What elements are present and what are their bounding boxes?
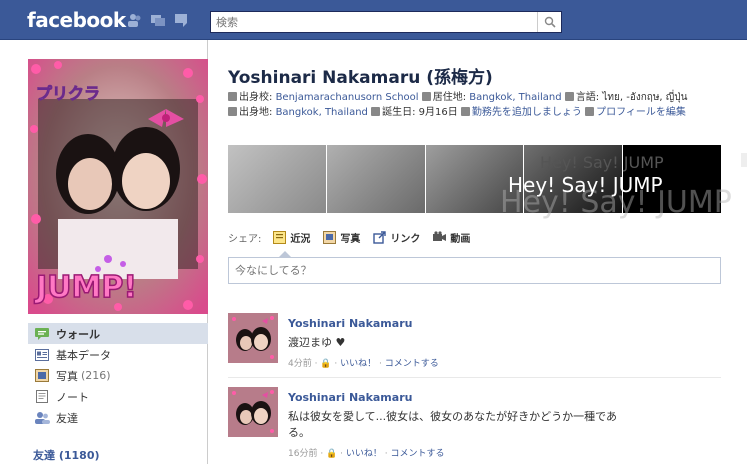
share-tab-label: 動画 xyxy=(450,234,471,245)
facebook-logo[interactable]: facebook xyxy=(27,8,126,32)
language-icon xyxy=(564,92,574,101)
share-tab-label: 写真 xyxy=(340,234,361,245)
search-box xyxy=(210,11,562,33)
privacy-lock-icon: 🔒 xyxy=(320,359,332,369)
school-link[interactable]: Benjamarachanusorn School xyxy=(276,92,419,103)
hometown-link[interactable]: Bangkok, Thailand xyxy=(276,107,368,118)
nav-label: ウォール xyxy=(56,327,100,341)
photo-thumbnail[interactable] xyxy=(326,145,425,213)
notes-icon xyxy=(34,390,50,404)
post-author-link[interactable]: Yoshinari Nakamaru xyxy=(288,317,708,330)
photo-strip xyxy=(228,145,721,213)
residence-icon xyxy=(421,92,431,101)
school-icon xyxy=(228,92,237,101)
like-link[interactable]: いいね！ xyxy=(340,359,376,369)
photo-icon xyxy=(323,231,337,244)
notifications-icon[interactable] xyxy=(173,12,189,28)
post-author-avatar[interactable] xyxy=(228,387,278,437)
post-divider xyxy=(228,377,721,378)
friend-requests-icon[interactable] xyxy=(127,12,143,28)
info-card-icon xyxy=(34,348,50,362)
share-tab-label: 近況 xyxy=(290,234,311,245)
share-status-tab[interactable]: 近況 xyxy=(273,230,310,245)
status-composer xyxy=(228,257,721,284)
svg-text:JUMP!: JUMP! xyxy=(34,270,137,305)
share-photo-tab[interactable]: 写真 xyxy=(323,230,360,245)
add-work-link[interactable]: 勤務先を追加しましょう xyxy=(472,107,582,118)
left-column: JUMP! プリクラ ウォール 基本データ 写真 (216) ノート 友達 友達… xyxy=(0,40,208,464)
comment-link[interactable]: コメントする xyxy=(385,359,439,369)
friends-label: 友達 xyxy=(33,449,55,462)
photo-thumbnail[interactable] xyxy=(228,145,326,213)
work-icon xyxy=(460,107,470,116)
notification-jewels xyxy=(127,12,189,28)
nav-item-photos[interactable]: 写真 (216) xyxy=(28,365,208,386)
nav-item-friends[interactable]: 友達 xyxy=(28,407,208,428)
comment-link[interactable]: コメントする xyxy=(390,449,444,459)
post-time[interactable]: 4分前 xyxy=(288,359,312,369)
nav-label: ノート xyxy=(56,390,89,404)
status-icon xyxy=(273,231,287,244)
nav-label: 基本データ xyxy=(56,348,111,362)
scrollbar-marker[interactable] xyxy=(741,153,747,167)
photo-thumbnail[interactable] xyxy=(425,145,524,213)
hometown-label: 出身地: xyxy=(239,107,273,118)
post-body: Yoshinari Nakamaru 渡辺まゆ ♥ 4分前 · 🔒 · いいね！… xyxy=(288,317,708,369)
birthday-label: 誕生日: xyxy=(382,107,416,118)
school-label: 出身校: xyxy=(239,92,273,103)
photos-icon xyxy=(34,369,50,383)
privacy-lock-icon: 🔒 xyxy=(326,449,338,459)
friends-icon xyxy=(34,411,50,425)
friends-section-header[interactable]: 友達 (1180) xyxy=(33,447,100,463)
share-tab-label: リンク xyxy=(390,234,421,245)
post-author-avatar[interactable] xyxy=(228,313,278,363)
birthday-value: 9月16日 xyxy=(418,107,458,118)
messages-icon[interactable] xyxy=(150,12,166,28)
post-text: 私は彼女を愛して...彼女は、彼女のあなたが好きかどうか一種である。 xyxy=(288,410,618,439)
post-body: Yoshinari Nakamaru 私は彼女を愛して...彼女は、彼女のあなた… xyxy=(288,391,708,459)
edit-profile-link[interactable]: プロフィールを編集 xyxy=(596,107,686,118)
nav-item-info[interactable]: 基本データ xyxy=(28,344,208,365)
search-input[interactable] xyxy=(211,12,531,32)
video-icon xyxy=(433,231,447,241)
post-text: 渡辺まゆ ♥ xyxy=(288,336,346,349)
residence-label: 居住地: xyxy=(432,92,467,103)
profile-name: Yoshinari Nakamaru (孫梅方) xyxy=(228,68,493,88)
post-time[interactable]: 16分前 xyxy=(288,449,317,459)
pencil-icon xyxy=(585,107,595,116)
profile-picture[interactable]: JUMP! プリクラ xyxy=(28,59,208,314)
residence-link[interactable]: Bangkok, Thailand xyxy=(469,92,561,103)
language-label: 言語: xyxy=(575,92,600,103)
link-icon xyxy=(373,231,387,244)
photo-thumbnail[interactable] xyxy=(623,145,721,213)
post-meta: 16分前 · 🔒 · いいね！ · コメントする xyxy=(288,449,445,459)
nav-item-wall[interactable]: ウォール xyxy=(28,323,208,344)
share-video-tab[interactable]: 動画 xyxy=(433,230,470,245)
post-author-link[interactable]: Yoshinari Nakamaru xyxy=(288,391,708,404)
top-bar: facebook xyxy=(0,0,747,40)
share-label: シェア: xyxy=(228,234,262,245)
like-link[interactable]: いいね！ xyxy=(346,449,382,459)
wall-icon xyxy=(34,327,50,341)
svg-text:プリクラ: プリクラ xyxy=(36,84,100,103)
photo-count: (216) xyxy=(81,369,111,382)
profile-info: 出身校: Benjamarachanusorn School 居住地: Bang… xyxy=(228,90,698,120)
post-meta: 4分前 · 🔒 · いいね！ · コメントする xyxy=(288,359,439,369)
left-nav: ウォール 基本データ 写真 (216) ノート 友達 xyxy=(28,323,208,428)
status-input[interactable] xyxy=(229,258,720,283)
photo-thumbnail[interactable] xyxy=(524,145,623,213)
language-value: ไทย, -อังกฤษ, ญี่ปุ่น xyxy=(602,92,688,103)
friends-count: (1180) xyxy=(58,449,100,462)
share-bar: シェア: 近況 写真 リンク 動画 xyxy=(228,230,483,245)
nav-item-notes[interactable]: ノート xyxy=(28,386,208,407)
hometown-icon xyxy=(228,107,237,116)
birthday-icon xyxy=(371,107,381,116)
nav-label: 友達 xyxy=(56,411,78,425)
search-button[interactable] xyxy=(537,12,561,32)
search-icon xyxy=(544,16,556,28)
share-link-tab[interactable]: リンク xyxy=(373,230,420,245)
nav-label: 写真 xyxy=(56,369,78,383)
